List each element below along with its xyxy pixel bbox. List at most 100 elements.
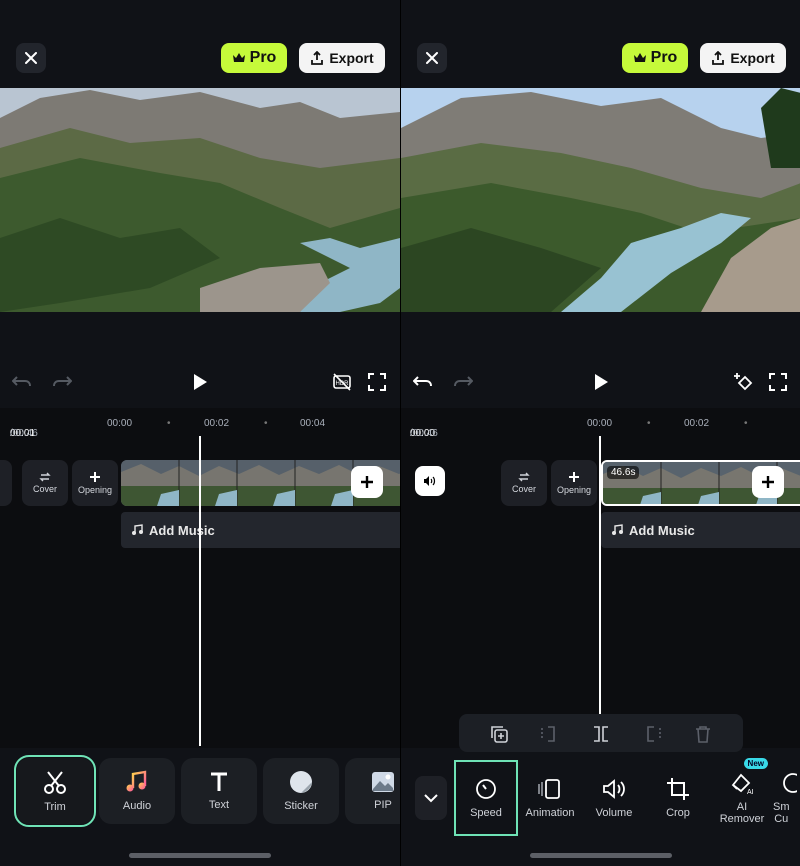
tick-label: 00:04 [300,418,326,429]
tool-label: Volume [595,807,633,819]
tool-label: Animation [525,807,575,819]
play-button[interactable] [186,368,214,396]
tool-animation[interactable]: Animation [518,760,582,836]
duplicate-icon[interactable] [489,724,509,744]
export-icon [311,51,324,65]
close-icon [25,52,37,64]
tick-label: 00:00 [587,418,613,429]
home-indicator [530,853,672,858]
right-editor-panel: Pro Export 00:00 /00:46 00:00 • 00:02 • … [400,0,800,866]
add-music-track[interactable]: Add Music [121,512,400,548]
image-icon [372,772,394,792]
trim-end-icon[interactable] [642,724,662,744]
redo-icon [53,376,72,387]
tick-dot: • [264,418,268,429]
playback-controls [401,368,800,398]
tool-label: Sticker [284,800,318,812]
swap-icon [518,472,530,482]
video-preview[interactable] [0,88,400,312]
landscape-image [0,88,400,312]
delete-icon[interactable] [693,724,713,744]
play-icon [194,374,207,390]
timeline[interactable]: 00:01/00:46 00:00 • 00:02 • 00:04 Cover … [0,408,400,748]
smart-cut-icon [783,773,797,793]
close-button[interactable] [16,43,46,73]
redo-button[interactable] [48,368,76,396]
tool-audio[interactable]: Audio [99,758,175,824]
tick-label: 00:00 [107,418,133,429]
export-label: Export [329,50,374,66]
collapse-button[interactable] [415,776,447,820]
sticker-icon [290,771,312,793]
tool-ai-remover[interactable]: New AI AI Remover [710,758,774,836]
add-music-label: Add Music [149,522,215,538]
opening-button[interactable]: Opening [551,460,597,506]
speed-icon [476,779,496,799]
playhead[interactable] [599,436,601,742]
tool-speed[interactable]: Speed [454,760,518,836]
volume-icon [0,477,2,489]
pro-button[interactable]: Pro [221,43,287,73]
export-button[interactable]: Export [700,43,786,73]
fullscreen-icon [769,373,787,391]
chevron-down-icon [424,794,438,803]
music-note-icon [132,524,143,535]
fullscreen-icon [368,373,386,391]
opening-label: Opening [77,485,113,495]
tool-text[interactable]: Text [181,758,257,824]
tool-label: Crop [666,807,690,819]
hdr-off-icon: HDR [333,373,351,391]
tool-sticker[interactable]: Sticker [263,758,339,824]
clip-duration: 46.6s [607,466,640,479]
pro-button[interactable]: Pro [622,43,688,73]
plus-icon [361,476,373,488]
tool-pip[interactable]: PIP [345,758,400,824]
music-note-icon [126,770,147,792]
volume-icon [424,476,436,486]
tick-label: 00:02 [204,418,230,429]
undo-button[interactable] [409,368,437,396]
total-time: /00:46 [410,428,438,439]
tick-dot: • [744,418,748,429]
keyframe-button[interactable] [729,368,757,396]
fullscreen-button[interactable] [764,368,792,396]
scissors-icon [44,771,66,794]
add-music-label: Add Music [629,522,695,538]
close-button[interactable] [417,43,447,73]
fullscreen-button[interactable] [363,368,391,396]
tool-label: Trim [44,801,66,813]
top-bar: Pro Export [0,0,400,88]
play-button[interactable] [587,368,615,396]
add-music-track[interactable]: Add Music [601,512,800,548]
export-icon [712,51,725,65]
tick-dot: • [647,418,651,429]
tool-trim[interactable]: Trim [14,755,96,827]
ai-remover-icon: AI [731,773,754,795]
export-button[interactable]: Export [299,43,385,73]
hdr-toggle-button[interactable]: HDR [328,368,356,396]
cover-button[interactable]: Cover [501,460,547,506]
timeline[interactable]: 00:00/00:46 00:00 • 00:02 • Cover Openin… [401,408,800,748]
mute-button[interactable] [415,466,445,496]
pro-label: Pro [650,49,678,66]
add-clip-button[interactable] [752,466,784,498]
crown-icon [633,53,646,62]
redo-button[interactable] [449,368,477,396]
trim-start-icon[interactable] [540,724,560,744]
mute-button[interactable] [0,460,12,506]
tool-volume[interactable]: Volume [582,760,646,836]
cover-button[interactable]: Cover [22,460,68,506]
add-clip-button[interactable] [351,466,383,498]
playhead[interactable] [199,436,201,746]
playback-controls: HDR [0,368,400,398]
undo-button[interactable] [8,368,36,396]
swap-icon [39,472,51,482]
tool-smart-cut[interactable]: Sm Cu [773,760,800,836]
top-bar: Pro Export [401,0,800,88]
split-icon[interactable] [591,724,611,744]
cover-label: Cover [32,484,57,494]
opening-label: Opening [556,485,592,495]
opening-button[interactable]: Opening [72,460,118,506]
tool-crop[interactable]: Crop [646,760,710,836]
video-preview[interactable] [401,88,800,312]
